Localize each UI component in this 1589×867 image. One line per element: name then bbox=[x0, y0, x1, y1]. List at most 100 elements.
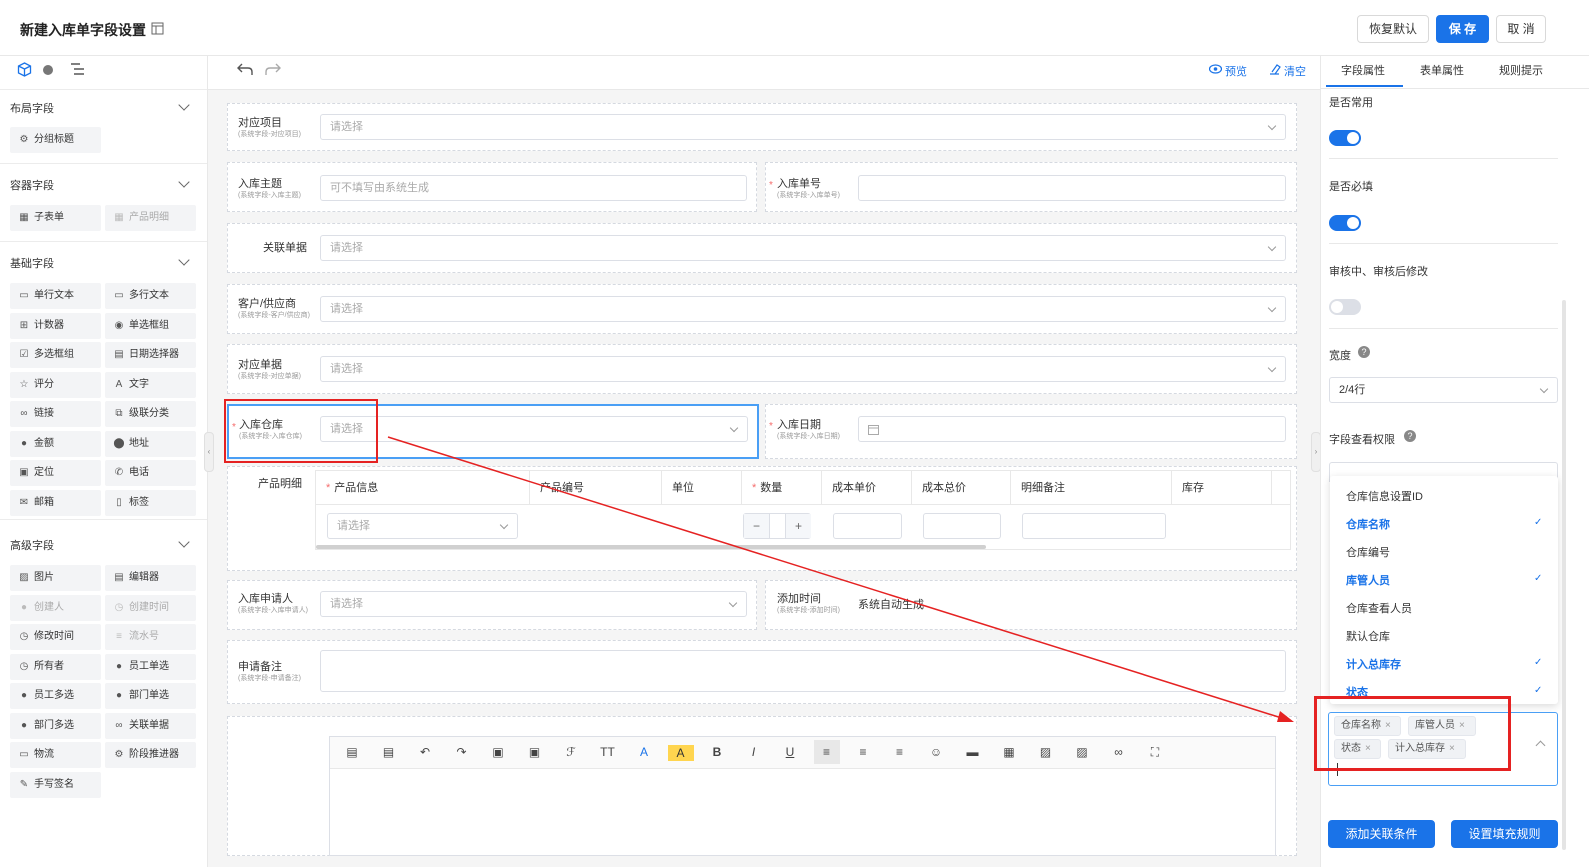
dropdown-option[interactable]: 仓库名称 bbox=[1346, 516, 1390, 532]
editable-toggle[interactable] bbox=[1329, 299, 1361, 315]
field-item[interactable]: ⬤ 地址 bbox=[105, 430, 196, 457]
field-item[interactable]: ● 创建人 bbox=[10, 594, 101, 621]
field-item[interactable]: ▭ 多行文本 bbox=[105, 283, 196, 309]
paste-word-icon[interactable]: ▣ bbox=[522, 740, 548, 764]
dropdown-option[interactable]: 计入总库存 bbox=[1346, 656, 1401, 672]
field-item[interactable]: ✆ 电话 bbox=[105, 460, 196, 486]
insert-row-icon[interactable]: ▬ bbox=[960, 740, 986, 764]
field-item[interactable]: ▦ 子表单 bbox=[10, 205, 101, 231]
field-item[interactable]: A 文字 bbox=[105, 371, 196, 398]
redo-icon[interactable] bbox=[264, 62, 282, 76]
collapse-left-handle[interactable]: ‹ bbox=[204, 432, 214, 472]
field-item[interactable]: ◉ 单选框组 bbox=[105, 312, 196, 339]
field-item[interactable]: ▭ 物流 bbox=[10, 742, 101, 768]
field-item[interactable]: ▤ 编辑器 bbox=[105, 565, 196, 591]
tree-icon[interactable] bbox=[70, 62, 86, 77]
highlight-icon[interactable]: A bbox=[667, 745, 694, 761]
section-title[interactable]: 高级字段 bbox=[10, 537, 54, 553]
layout-icon[interactable] bbox=[151, 22, 164, 35]
project-select[interactable]: 请选择 bbox=[320, 114, 1286, 140]
help-icon[interactable] bbox=[43, 65, 53, 75]
clear-icon[interactable] bbox=[1268, 62, 1281, 75]
field-item[interactable]: ▣ 定位 bbox=[10, 460, 101, 486]
field-item[interactable]: ● 部门单选 bbox=[105, 683, 196, 709]
font-family-icon[interactable]: ℱ bbox=[558, 740, 584, 764]
field-item[interactable]: ▤ 日期选择器 bbox=[105, 342, 196, 368]
field-item[interactable]: ● 员工单选 bbox=[105, 653, 196, 680]
gallery-icon[interactable]: ▨ bbox=[1069, 740, 1095, 764]
clear-button[interactable]: 清空 bbox=[1284, 63, 1306, 79]
font-color-icon[interactable]: A bbox=[631, 740, 657, 764]
field-item[interactable]: ▦ 产品明细 bbox=[105, 205, 196, 231]
width-select[interactable]: 2/4行 bbox=[1329, 377, 1558, 403]
dropdown-option[interactable]: 仓库信息设置ID bbox=[1346, 488, 1423, 504]
link-icon[interactable]: ∞ bbox=[1106, 740, 1132, 764]
field-item[interactable]: ◷ 所有者 bbox=[10, 653, 101, 680]
fullscreen-icon[interactable]: ⛶ bbox=[1142, 740, 1168, 764]
field-item[interactable]: ⊞ 计数器 bbox=[10, 312, 101, 339]
field-item[interactable]: ● 部门多选 bbox=[10, 712, 101, 739]
field-item[interactable]: ◷ 修改时间 bbox=[10, 624, 101, 650]
tab-form-properties[interactable]: 表单属性 bbox=[1420, 62, 1464, 78]
customer-select[interactable]: 请选择 bbox=[320, 296, 1286, 322]
dropdown-option[interactable]: 默认仓库 bbox=[1346, 628, 1390, 644]
section-title[interactable]: 布局字段 bbox=[10, 100, 54, 116]
field-item[interactable]: ● 员工多选 bbox=[10, 683, 101, 709]
tab-field-properties[interactable]: 字段属性 bbox=[1341, 62, 1385, 78]
field-item[interactable]: ≡ 流水号 bbox=[105, 624, 196, 650]
underline-icon[interactable]: U bbox=[777, 740, 803, 764]
undo-icon[interactable] bbox=[236, 62, 254, 76]
paste-icon[interactable]: ▤ bbox=[339, 740, 365, 764]
eye-icon[interactable] bbox=[1209, 64, 1222, 74]
add-condition-button[interactable]: 添加关联条件 bbox=[1328, 820, 1435, 848]
tab-rule-hints[interactable]: 规则提示 bbox=[1499, 62, 1543, 78]
subject-input[interactable]: 可不填写由系统生成 bbox=[320, 175, 747, 201]
dropdown-option[interactable]: 库管人员 bbox=[1346, 572, 1390, 588]
help-icon[interactable]: ? bbox=[1404, 430, 1416, 442]
dropdown-option[interactable]: 仓库编号 bbox=[1346, 544, 1390, 560]
field-item[interactable]: ▨ 图片 bbox=[10, 565, 101, 591]
cancel-button[interactable]: 取 消 bbox=[1496, 15, 1546, 43]
field-item[interactable]: ⚙ 分组标题 bbox=[10, 127, 101, 153]
field-item[interactable]: ⚙ 阶段推进器 bbox=[105, 742, 196, 768]
common-toggle[interactable] bbox=[1329, 130, 1361, 146]
field-item[interactable]: ☆ 评分 bbox=[10, 371, 101, 398]
align-center-icon[interactable]: ≡ bbox=[850, 740, 876, 764]
fill-rule-button[interactable]: 设置填充规则 bbox=[1451, 820, 1558, 848]
preview-button[interactable]: 预览 bbox=[1225, 63, 1247, 79]
copy-icon[interactable]: ▣ bbox=[485, 740, 511, 764]
vertical-scrollbar[interactable] bbox=[1562, 300, 1566, 850]
help-icon[interactable]: ? bbox=[1358, 346, 1370, 358]
restore-default-button[interactable]: 恢复默认 bbox=[1357, 15, 1429, 43]
emoji-icon[interactable]: ☺ bbox=[923, 740, 949, 764]
field-item[interactable]: ▭ 单行文本 bbox=[10, 283, 101, 309]
italic-icon[interactable]: I bbox=[741, 740, 767, 764]
dropdown-option[interactable]: 仓库查看人员 bbox=[1346, 600, 1412, 616]
paste-text-icon[interactable]: ▤ bbox=[376, 740, 402, 764]
save-button[interactable]: 保 存 bbox=[1436, 15, 1489, 43]
field-item[interactable]: ● 金额 bbox=[10, 430, 101, 457]
field-item[interactable]: ✎ 手写签名 bbox=[10, 771, 101, 798]
rich-text-editor[interactable]: ▤ ▤ ↶ ↷ ▣ ▣ ℱ TT A A B I U ≡ ≡ ≡ ☺ ▬ ▦ ▨ ▨ ∞ ⛶ bbox=[329, 736, 1276, 856]
field-item[interactable]: ✉ 邮箱 bbox=[10, 489, 101, 516]
doc-select[interactable]: 请选择 bbox=[320, 356, 1286, 382]
related-select[interactable]: 请选择 bbox=[320, 235, 1286, 261]
field-item[interactable]: ∞ 关联单据 bbox=[105, 712, 196, 739]
align-left-icon[interactable]: ≡ bbox=[813, 740, 840, 764]
section-title[interactable]: 基础字段 bbox=[10, 255, 54, 271]
font-size-icon[interactable]: TT bbox=[595, 740, 621, 764]
required-toggle[interactable] bbox=[1329, 215, 1361, 231]
section-title[interactable]: 容器字段 bbox=[10, 177, 54, 193]
table-icon[interactable]: ▦ bbox=[996, 740, 1022, 764]
image-icon[interactable]: ▨ bbox=[1033, 740, 1059, 764]
field-item[interactable]: ∞ 链接 bbox=[10, 401, 101, 427]
field-item[interactable]: ▯ 标签 bbox=[105, 489, 196, 516]
number-input[interactable] bbox=[858, 175, 1286, 201]
field-item[interactable]: ⧉ 级联分类 bbox=[105, 401, 196, 427]
align-right-icon[interactable]: ≡ bbox=[887, 740, 913, 764]
cube-icon[interactable] bbox=[17, 62, 32, 77]
field-item[interactable]: ☑ 多选框组 bbox=[10, 342, 101, 368]
undo-icon[interactable]: ↶ bbox=[412, 740, 438, 764]
field-item[interactable]: ◷ 创建时间 bbox=[105, 594, 196, 621]
bold-icon[interactable]: B bbox=[704, 740, 730, 764]
